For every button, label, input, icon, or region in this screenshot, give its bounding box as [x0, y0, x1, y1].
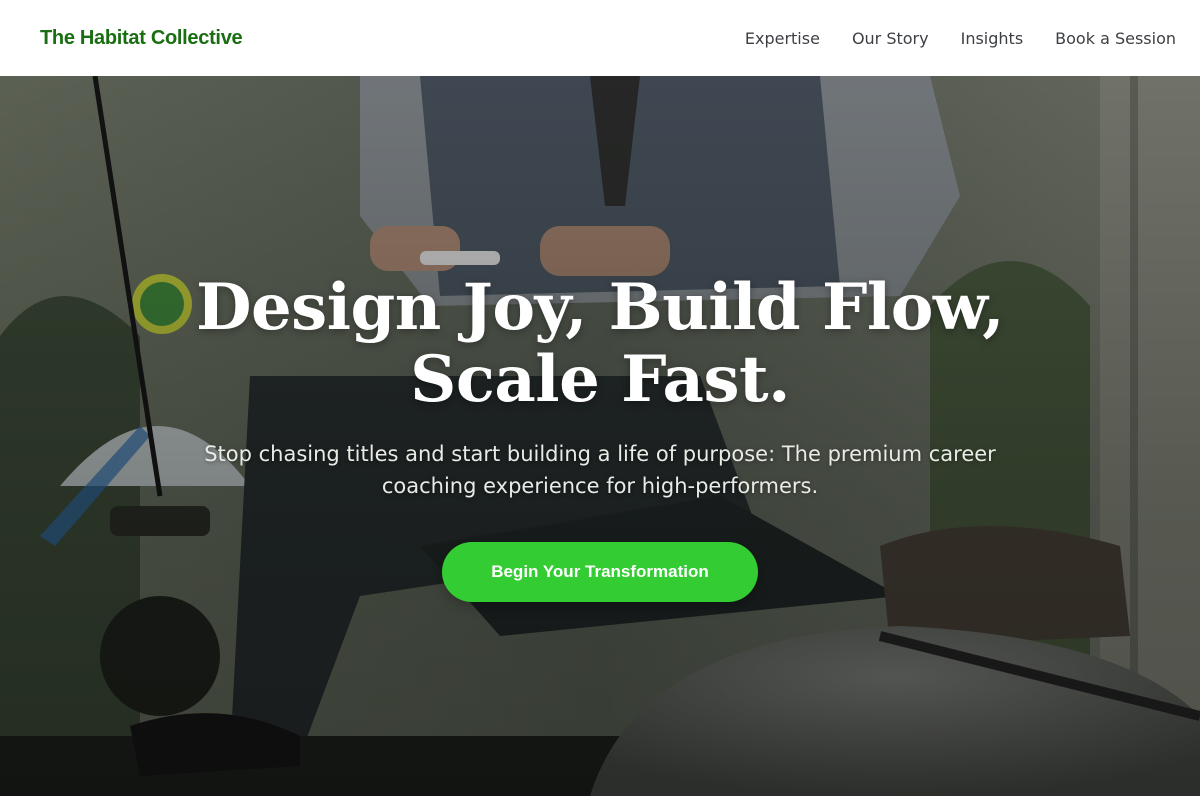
site-header: The Habitat Collective Expertise Our Sto… — [0, 0, 1200, 76]
nav-expertise[interactable]: Expertise — [745, 29, 820, 48]
nav-our-story[interactable]: Our Story — [852, 29, 929, 48]
begin-transformation-button[interactable]: Begin Your Transformation — [442, 542, 758, 602]
hero-content: Design Joy, Build Flow, Scale Fast. Stop… — [0, 76, 1200, 796]
hero-title: Design Joy, Build Flow, Scale Fast. — [100, 272, 1100, 416]
nav-insights[interactable]: Insights — [961, 29, 1024, 48]
nav-book-session[interactable]: Book a Session — [1055, 29, 1176, 48]
brand-logo[interactable]: The Habitat Collective — [40, 27, 243, 50]
hero-title-line-2: Scale Fast. — [410, 342, 790, 417]
main-nav: Expertise Our Story Insights Book a Sess… — [745, 29, 1176, 48]
hero-subtitle: Stop chasing titles and start building a… — [204, 442, 996, 498]
hero-title-line-1: Design Joy, Build Flow, — [195, 270, 1005, 345]
page-bottom-edge — [0, 796, 1200, 800]
hero-section: Design Joy, Build Flow, Scale Fast. Stop… — [0, 76, 1200, 796]
